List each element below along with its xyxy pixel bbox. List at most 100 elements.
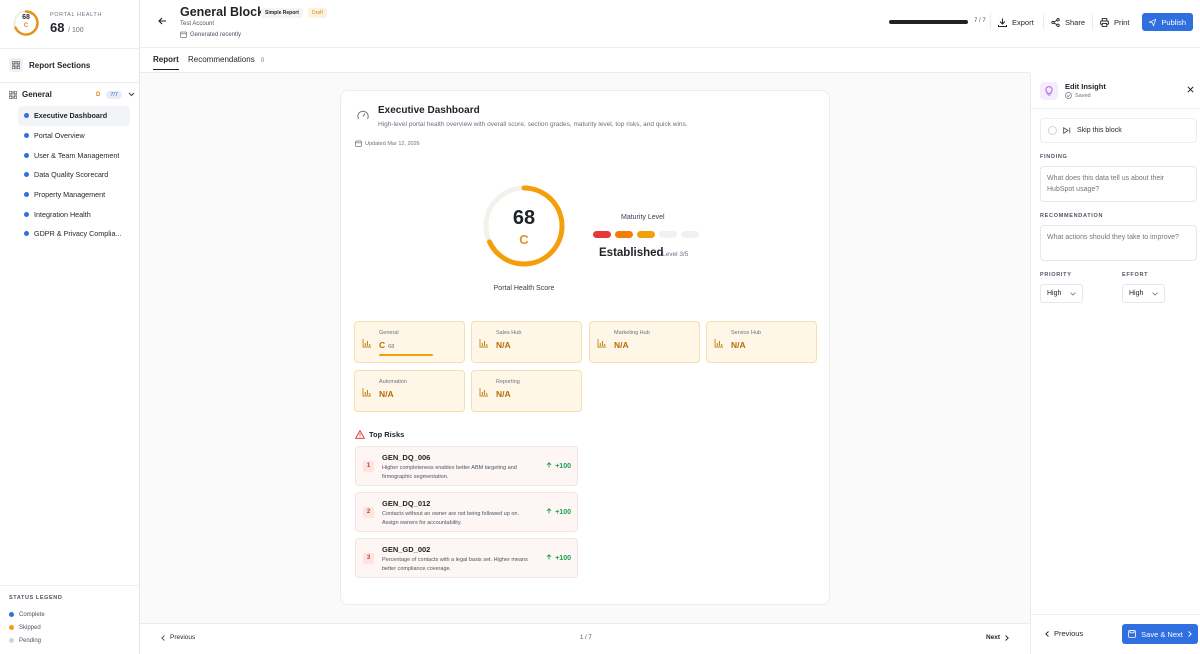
sidebar-item[interactable]: Integration Health <box>18 204 130 224</box>
check-circle-icon <box>1065 92 1072 99</box>
hub-grade-letter: N/A <box>496 340 511 350</box>
chevron-left-icon <box>161 634 165 641</box>
tab-report[interactable]: Report <box>153 55 179 70</box>
chevron-down-icon[interactable] <box>128 92 135 97</box>
sidebar-item[interactable]: GDPR & Privacy Complia... <box>18 224 130 244</box>
report-sections-header[interactable]: Report Sections <box>9 58 90 72</box>
print-button[interactable]: Print <box>1092 13 1136 31</box>
priority-select[interactable]: High <box>1040 284 1083 303</box>
calendar-icon <box>180 31 187 38</box>
finding-label: FINDING <box>1040 154 1068 160</box>
bar-chart-icon <box>714 339 723 348</box>
panel-header: Edit Insight Saved <box>1031 73 1200 109</box>
hub-score-card: General C 68 <box>354 321 465 363</box>
panel-title: Edit Insight <box>1065 82 1106 91</box>
maturity-label: Maturity Level <box>621 214 665 221</box>
hub-name: General <box>379 330 399 336</box>
chevron-down-icon <box>1070 291 1076 296</box>
sidebar-group-general[interactable]: General D 7/7 <box>9 90 135 99</box>
effort-label: EFFORT <box>1122 272 1149 278</box>
legend-label: Complete <box>19 611 45 618</box>
portal-health-score: 68 / 100 <box>50 20 84 35</box>
legend-row: Complete <box>9 608 62 621</box>
risk-code: GEN_DQ_012 <box>382 499 431 508</box>
hub-grade-letter: N/A <box>379 389 394 399</box>
sidebar-item[interactable]: Portal Overview <box>18 126 130 146</box>
hub-score-card: Service Hub N/A <box>706 321 817 363</box>
priority-label: PRIORITY <box>1040 272 1072 278</box>
divider <box>0 82 140 83</box>
send-icon <box>1149 18 1157 27</box>
risk-impact-value: +100 <box>555 509 571 516</box>
sidebar-item[interactable]: Property Management <box>18 185 130 205</box>
legend-dot <box>9 638 14 643</box>
chevron-right-icon <box>1005 634 1009 641</box>
sidebar-item[interactable]: User & Team Management <box>18 145 130 165</box>
updated-date: Updated Mar 12, 2026 <box>355 140 420 147</box>
bar-chart-icon <box>479 339 488 348</box>
health-score-caption: Portal Health Score <box>493 285 555 292</box>
close-icon[interactable] <box>1187 85 1194 96</box>
maturity-bar-segment <box>659 231 677 238</box>
sidebar-nav: Executive Dashboard Portal Overview User &… <box>18 106 130 244</box>
main-content: Executive Dashboard High-level portal he… <box>140 73 1030 623</box>
progress-text: 7 / 7 <box>974 18 986 24</box>
export-button[interactable]: Export <box>990 13 1041 31</box>
draft-badge: Draft <box>308 8 327 18</box>
skip-block-toggle[interactable]: Skip this block <box>1040 118 1197 143</box>
back-arrow-icon[interactable] <box>158 16 167 28</box>
status-dot <box>24 172 29 178</box>
sidebar-item[interactable]: Executive Dashboard <box>18 106 130 126</box>
edit-insight-panel: Edit Insight Saved Skip this block FINDI… <box>1030 73 1200 654</box>
panel-previous-button[interactable]: Previous <box>1045 629 1083 638</box>
risk-code: GEN_DQ_006 <box>382 453 431 462</box>
share-icon <box>1051 17 1060 27</box>
sidebar-item-label: Executive Dashboard <box>34 111 108 121</box>
hub-grade-letter: C <box>379 340 386 350</box>
ring-score: 68 <box>22 14 30 21</box>
status-dot <box>24 152 29 158</box>
group-count-badge: 7/7 <box>106 90 122 99</box>
tab-recommendations[interactable]: Recommendations 0 <box>188 55 264 69</box>
next-page-button[interactable]: Next <box>986 634 1009 641</box>
hub-grade: N/A <box>731 340 746 350</box>
risk-item[interactable]: 1 GEN_DQ_006 Higher completeness enables b… <box>355 446 578 486</box>
hub-grade: C 68 <box>379 340 394 350</box>
risk-impact-value: +100 <box>555 555 571 562</box>
risk-item[interactable]: 3 GEN_GD_002 Percentage of contacts with a… <box>355 538 578 578</box>
health-grade-value: C <box>519 232 529 247</box>
portal-health-label: PORTAL HEALTH <box>50 12 102 18</box>
publish-button[interactable]: Publish <box>1142 13 1193 31</box>
sidebar-item-label: Property Management <box>34 190 106 200</box>
risk-item[interactable]: 2 GEN_DQ_012 Contacts without an owner are… <box>355 492 578 532</box>
sidebar-item[interactable]: Data Quality Scorecard <box>18 165 130 185</box>
hub-score-card: Automation N/A <box>354 370 465 412</box>
hub-name: Marketing Hub <box>614 330 650 336</box>
hub-grade-letter: N/A <box>614 340 629 350</box>
page-footer: Previous 1 / 7 Next <box>140 623 1030 654</box>
legend-label: Skipped <box>19 624 41 631</box>
bar-chart-icon <box>362 388 371 397</box>
account-name: Test Account <box>180 21 215 27</box>
legend-dot <box>9 612 14 617</box>
effort-select[interactable]: High <box>1122 284 1165 303</box>
hub-score-bar <box>379 354 433 356</box>
arrow-up-icon <box>546 462 552 468</box>
print-icon <box>1100 17 1109 27</box>
risk-impact: +100 <box>546 508 571 516</box>
finding-field[interactable] <box>1040 166 1197 202</box>
save-next-button[interactable]: Save & Next <box>1122 624 1198 644</box>
hub-grade: N/A <box>496 389 511 399</box>
share-button[interactable]: Share <box>1043 13 1092 31</box>
status-dot <box>24 231 29 237</box>
previous-page-button[interactable]: Previous <box>161 634 195 641</box>
risk-description: Higher completeness enables better ABM t… <box>382 465 517 480</box>
panel-footer: Previous Save & Next <box>1031 614 1200 654</box>
lightbulb-icon <box>1040 82 1058 100</box>
recommendation-label: RECOMMENDATION <box>1040 213 1104 219</box>
sidebar-item-label: Integration Health <box>34 209 91 219</box>
chevron-right-icon <box>1188 631 1192 637</box>
recommendation-field[interactable] <box>1040 225 1197 261</box>
skip-checkbox[interactable] <box>1048 126 1057 135</box>
status-dot <box>24 113 29 119</box>
